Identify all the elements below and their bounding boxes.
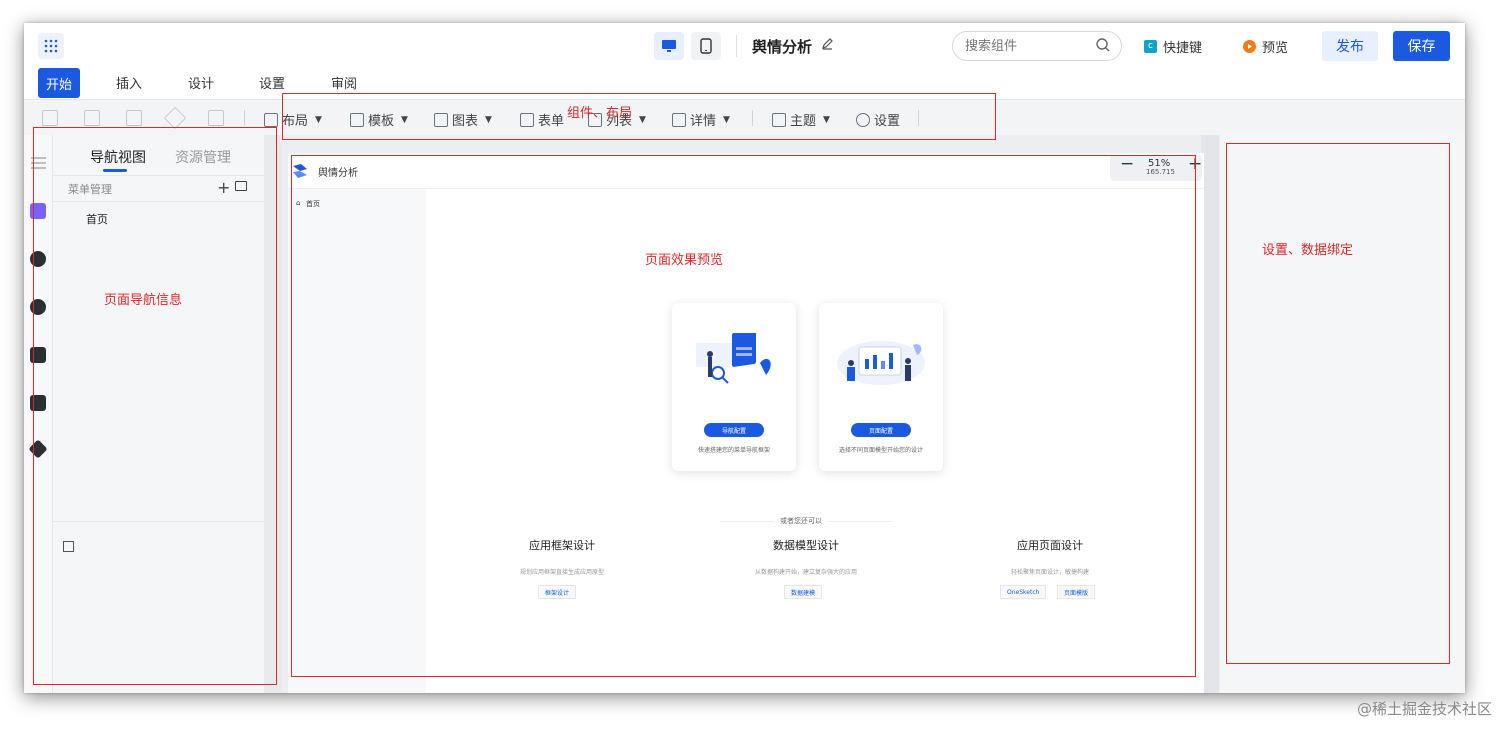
top-header: 舆情分析 c 快捷键 预览 发布 保存 — [24, 23, 1465, 69]
shortcut-label: 快捷键 — [1163, 41, 1203, 56]
header-divider — [736, 35, 737, 57]
eraser-icon[interactable] — [163, 106, 187, 130]
tab-review[interactable]: 审阅 — [331, 73, 357, 92]
annotation-box-left — [33, 127, 277, 685]
annotation-label-left: 页面导航信息 — [104, 293, 183, 308]
tab-start[interactable]: 开始 — [38, 68, 80, 98]
paste-icon[interactable] — [84, 110, 100, 126]
clear-icon[interactable] — [208, 110, 224, 126]
layout-icon — [264, 112, 278, 127]
search-icon[interactable] — [1095, 37, 1111, 53]
shortcut-icon: c — [1144, 40, 1157, 53]
watermark: @稀土掘金技术社区 — [1356, 700, 1492, 718]
annotation-label-right: 设置、数据绑定 — [1262, 243, 1354, 258]
editor-window: 舆情分析 c 快捷键 预览 发布 保存 开始 插入 设计 设置 审阅 — [24, 23, 1465, 693]
annotation-label-preview: 页面效果预览 — [645, 253, 724, 268]
preview-button[interactable]: 预览 — [1243, 37, 1288, 56]
annotation-box-preview — [291, 155, 1196, 677]
edit-title-icon[interactable] — [821, 37, 834, 50]
app-title: 舆情分析 — [752, 38, 813, 56]
annotation-box-right — [1226, 143, 1450, 664]
delete-icon[interactable] — [126, 110, 142, 126]
play-icon — [1243, 40, 1256, 53]
toolbar-separator — [244, 110, 245, 126]
desktop-view-icon[interactable] — [654, 32, 684, 60]
annotation-box-toolbar — [282, 93, 996, 140]
apps-grid-icon[interactable] — [38, 33, 64, 59]
shortcut-button[interactable]: c 快捷键 — [1144, 37, 1202, 56]
tab-design[interactable]: 设计 — [188, 73, 214, 92]
copy-icon[interactable] — [42, 110, 58, 126]
save-button[interactable]: 保存 — [1393, 31, 1450, 61]
preview-label: 预览 — [1262, 41, 1289, 56]
mobile-view-icon[interactable] — [691, 32, 721, 60]
tab-insert[interactable]: 插入 — [116, 73, 142, 92]
annotation-label-toolbar: 组件、布局 — [567, 106, 633, 121]
tab-settings[interactable]: 设置 — [259, 73, 285, 92]
publish-button[interactable]: 发布 — [1322, 31, 1378, 61]
